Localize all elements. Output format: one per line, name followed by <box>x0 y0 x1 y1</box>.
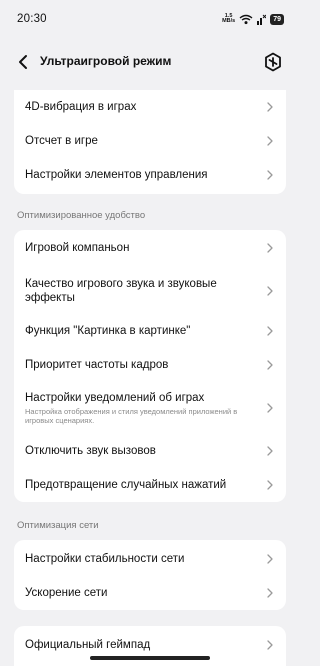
settings-card-convenience: Игровой компаньон Качество игрового звук… <box>14 230 286 502</box>
page-title: Ультраигровой режим <box>40 54 172 68</box>
list-item[interactable]: Функция "Картинка в картинке" <box>14 314 286 348</box>
chevron-right-icon <box>267 588 273 598</box>
item-label: Отключить звук вызовов <box>25 445 156 457</box>
list-item[interactable]: 4D-вибрация в играх <box>14 90 286 124</box>
item-label: Настройки стабильности сети <box>25 553 185 565</box>
chevron-right-icon <box>267 554 273 564</box>
home-indicator[interactable] <box>90 656 210 660</box>
chevron-right-icon <box>267 136 273 146</box>
list-item[interactable]: Настройки уведомлений об играх Настройка… <box>14 382 286 434</box>
chevron-right-icon <box>267 446 273 456</box>
chevron-right-icon <box>267 243 273 253</box>
game-mode-icon[interactable] <box>264 52 282 72</box>
item-label: Настройки уведомлений об играх <box>25 392 205 404</box>
item-label: Отсчет в игре <box>25 135 98 147</box>
item-label: Игровой компаньон <box>25 242 130 254</box>
item-label: Функция "Картинка в картинке" <box>25 325 191 337</box>
list-item[interactable]: Отключить звук вызовов <box>14 434 286 468</box>
wifi-icon <box>239 14 253 24</box>
item-label: Настройки элементов управления <box>25 169 208 181</box>
item-label: Качество игрового звука и звуковые эффек… <box>25 278 217 304</box>
section-header-convenience: Оптимизированное удобство <box>17 210 146 221</box>
list-item[interactable]: Качество игрового звука и звуковые эффек… <box>14 268 286 314</box>
network-speed-unit: MB/s <box>222 18 236 24</box>
item-label: Приоритет частоты кадров <box>25 359 169 371</box>
list-item[interactable]: Предотвращение случайных нажатий <box>14 468 286 502</box>
section-header-network: Оптимизация сети <box>17 520 99 531</box>
item-description: Настройка отображения и стиля уведомлени… <box>25 407 238 425</box>
status-icons: 1.5 MB/s 79 <box>222 13 284 25</box>
item-label: Предотвращение случайных нажатий <box>25 479 227 491</box>
settings-card-network: Настройки стабильности сети Ускорение се… <box>14 540 286 610</box>
settings-card-bottom: Официальный геймпад <box>14 626 286 666</box>
list-item[interactable]: Отсчет в игре <box>14 124 286 158</box>
network-speed: 1.5 MB/s <box>222 13 236 25</box>
chevron-right-icon <box>267 326 273 336</box>
item-label: Ускорение сети <box>25 587 108 599</box>
list-item[interactable]: Приоритет частоты кадров <box>14 348 286 382</box>
chevron-right-icon <box>267 480 273 490</box>
battery-indicator: 79 <box>270 13 284 25</box>
list-item[interactable]: Настройки стабильности сети <box>14 542 286 576</box>
chevron-right-icon <box>267 170 273 180</box>
status-time: 20:30 <box>17 13 47 25</box>
chevron-right-icon <box>267 403 273 413</box>
item-label: Официальный геймпад <box>25 639 151 651</box>
chevron-right-icon <box>267 102 273 112</box>
app-header: Ультраигровой режим <box>0 42 300 82</box>
chevron-right-icon <box>267 286 273 296</box>
chevron-left-icon[interactable] <box>14 52 34 72</box>
list-item[interactable]: Настройки элементов управления <box>14 158 286 192</box>
settings-card-top: 4D-вибрация в играх Отсчет в игре Настро… <box>14 90 286 194</box>
status-bar: 20:30 1.5 MB/s 79 <box>0 0 300 38</box>
list-item[interactable]: Игровой компаньон <box>14 230 286 266</box>
chevron-right-icon <box>267 360 273 370</box>
item-label: 4D-вибрация в играх <box>25 101 137 113</box>
list-item[interactable]: Ускорение сети <box>14 576 286 610</box>
chevron-right-icon <box>267 640 273 650</box>
signal-x-icon <box>257 14 267 25</box>
